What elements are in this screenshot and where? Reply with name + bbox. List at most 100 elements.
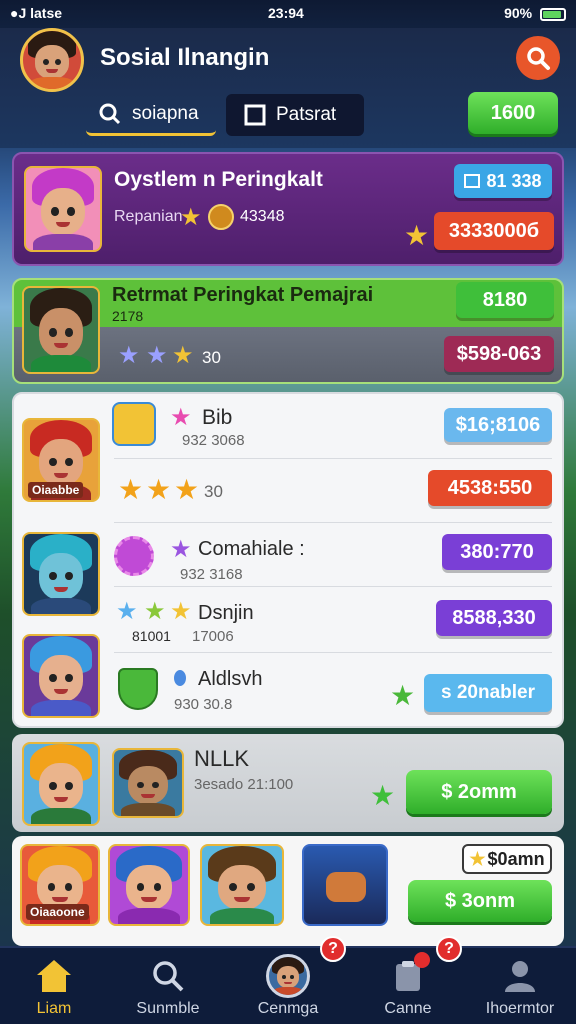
clock: 23:94 <box>268 5 304 21</box>
notification-badge: ? <box>436 936 462 962</box>
row-meta: 932 3068 <box>182 432 245 449</box>
tab-search[interactable]: soiapna <box>86 94 216 136</box>
tab-search-label: soiapna <box>132 102 199 124</box>
star-icon: ★ <box>146 474 172 505</box>
game-scene-image <box>302 844 388 926</box>
buy-button[interactable]: $ 3onm <box>408 880 552 922</box>
home-icon <box>37 960 71 992</box>
nav-item-home[interactable]: Liam <box>4 956 104 1018</box>
buy-button[interactable]: 3333000б <box>434 212 554 250</box>
star-count: 30 <box>204 482 223 501</box>
star-icon: ★ <box>170 404 192 431</box>
star-icon: ★ <box>370 780 396 811</box>
notification-dot <box>414 952 430 968</box>
hero-tag: Oiaaoone <box>26 904 89 920</box>
profile-avatar[interactable] <box>20 28 84 92</box>
nav-item-search[interactable]: Sunmble <box>118 956 218 1018</box>
star-icon: ★ <box>172 342 194 369</box>
star-icon: ★ <box>118 474 144 505</box>
price-button[interactable]: $16;8106 <box>444 408 552 442</box>
divider <box>114 522 552 523</box>
card-subtitle: 3esado 21:100 <box>194 776 294 793</box>
ranking-list: Oiaabbe ★ Bib 932 3068 $16;8106 ★ ★ ★ 30… <box>12 392 564 728</box>
ranking-card-1[interactable]: Oystlem n Peringkalt Repanian ★ 43348 81… <box>12 152 564 266</box>
hero-portrait <box>200 844 284 926</box>
carrier-text: ●J latse <box>10 5 63 21</box>
hero-portrait <box>22 532 100 616</box>
star-icon: ★ <box>404 220 430 251</box>
price-chip-label: $0amn <box>487 848 545 869</box>
row-meta-a: 81001 <box>132 628 171 644</box>
nav-item-profile[interactable]: Cenmga <box>238 954 338 1018</box>
nav-label: Ihoermtor <box>485 1000 555 1017</box>
price-chip-label: 81 338 <box>486 170 542 191</box>
hero-portrait <box>112 748 184 818</box>
shield-icon <box>118 668 158 710</box>
nav-label: Cenmga <box>257 1000 319 1017</box>
card-title: Oystlem n Peringkalt <box>114 168 323 191</box>
tab-product-label: Patsrat <box>276 104 337 125</box>
card-icon <box>464 174 481 188</box>
notification-badge: ? <box>320 936 346 962</box>
row-meta: 930 30.8 <box>174 696 233 713</box>
search-button[interactable] <box>516 36 560 80</box>
row-title: Bib <box>202 406 233 429</box>
bundle-card[interactable]: Oiaaoone ★ $0amn $ 3onm <box>12 836 564 946</box>
divider <box>114 458 552 459</box>
bottom-nav: Liam Sunmble Cenmga ? Canne ? Ihoermtor <box>0 936 576 1024</box>
star-icon: ★ <box>146 342 168 369</box>
star-icon: ★ <box>170 598 192 625</box>
battery-icon <box>540 7 566 21</box>
price-chip[interactable]: 8180 <box>456 282 554 318</box>
avatar <box>266 954 310 998</box>
price-chip[interactable]: 81 338 <box>454 164 552 198</box>
ranking-card-2[interactable]: Retrmat Peringkat Pemajrai 2178 ★ ★ ★ 30… <box>12 278 564 384</box>
fist-icon <box>326 872 366 902</box>
card-subtitle: 2178 <box>112 308 144 324</box>
offer-card[interactable]: NLLK 3esado 21:100 ★ $ 2omm <box>12 734 564 832</box>
tab-product[interactable]: Patsrat <box>226 94 364 136</box>
price-button[interactable]: 380:770 <box>442 534 552 570</box>
row-meta: 932 3168 <box>180 566 243 583</box>
hero-portrait <box>108 844 190 926</box>
user-icon <box>505 961 535 992</box>
price-button[interactable]: s 20nabler <box>424 674 552 712</box>
coins-button[interactable]: 1600 <box>468 92 558 134</box>
price-button[interactable]: 4538:550 <box>428 470 552 506</box>
search-icon <box>99 103 121 124</box>
battery-status: 90% <box>504 5 566 21</box>
star-icon: ★ <box>180 204 202 231</box>
star-icon: ★ <box>469 848 486 869</box>
gear-icon <box>114 536 154 576</box>
nav-item-monitor[interactable]: Ihoermtor <box>470 956 570 1018</box>
star-icon: ★ <box>116 598 138 625</box>
buy-button[interactable]: $ 2omm <box>406 770 552 814</box>
hero-portrait <box>22 634 100 718</box>
window-icon <box>244 104 266 126</box>
card-title: Retrmat Peringkat Pemajrai <box>112 284 374 306</box>
map-pin-icon <box>112 402 156 446</box>
nav-label: Canne <box>384 1000 432 1017</box>
divider <box>114 586 552 587</box>
nav-label: Liam <box>36 1000 72 1017</box>
row-title: Dsnjin <box>198 602 254 624</box>
buy-button[interactable]: $598-063 <box>444 336 554 372</box>
row-meta-b: 17006 <box>192 628 234 645</box>
star-icon: ★ <box>390 680 416 711</box>
divider <box>114 652 552 653</box>
hero-portrait <box>22 742 100 826</box>
card-subtitle: Repanian <box>114 208 183 225</box>
star-icon: ★ <box>170 536 192 563</box>
page-title: Sosial Ilnangin <box>100 44 270 71</box>
hero-tag: Oiaabbe <box>28 482 84 498</box>
price-button[interactable]: 8588,330 <box>436 600 552 636</box>
price-chip[interactable]: ★ $0amn <box>462 844 552 874</box>
gem-icon <box>174 670 186 686</box>
search-icon <box>527 47 550 70</box>
hero-portrait <box>22 286 100 374</box>
star-icon: ★ <box>144 598 166 625</box>
nav-label: Sunmble <box>136 1000 200 1017</box>
star-icon: ★ <box>174 474 200 505</box>
nav-item-game[interactable]: Canne <box>358 956 458 1018</box>
card-score: 43348 <box>240 208 285 225</box>
